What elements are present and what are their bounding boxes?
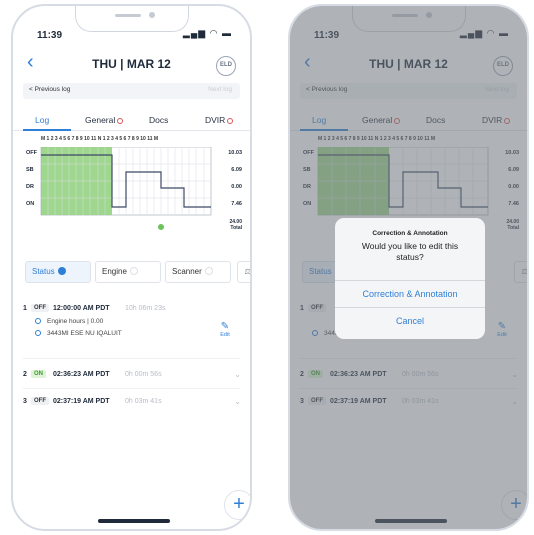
eld-badge-icon[interactable]: ELD (216, 56, 236, 76)
tab-general[interactable]: General (85, 115, 124, 125)
total-hours: 24.00Total (229, 219, 242, 231)
row-total-off: 10.03 (228, 150, 242, 156)
engine-chip-label: Engine (102, 267, 127, 276)
warning-icon (227, 118, 234, 124)
event-number: 2 (23, 371, 27, 378)
row-label-sb: SB (26, 167, 34, 173)
event-time: 02:37:19 AM PDT (53, 398, 110, 405)
next-log-button[interactable]: Next log (208, 86, 232, 93)
tab-dvir[interactable]: DVIR (205, 115, 234, 125)
location: 3443MI ESE NU IQALUIT (35, 330, 122, 337)
event-status: OFF (31, 304, 49, 312)
divider (23, 358, 240, 359)
event-duration: 0h 03m 41s (125, 398, 162, 405)
status-bar-time: 11:39 (37, 30, 63, 41)
cancel-button[interactable]: Cancel (335, 316, 485, 326)
event-status: OFF (31, 397, 49, 405)
warning-icon (117, 118, 124, 124)
scanner-chip[interactable]: Scanner (165, 261, 231, 283)
row-total-on: 7.46 (231, 201, 242, 207)
location-icon (35, 330, 41, 336)
tab-log[interactable]: Log (35, 115, 49, 125)
engine-icon (35, 318, 41, 324)
home-indicator (98, 519, 170, 523)
engine-hours: Engine hours | 0.00 (35, 318, 103, 325)
edit-button[interactable]: ✎Edit (215, 321, 235, 338)
log-screen-dimmed: 11:39 ▂▄▆ ◠ ▬ ‹ THU | MAR 12 ELD < Previ… (290, 6, 527, 529)
phone-frame: 11:39 ▂▄▆ ◠ ▬ ‹ THU | MAR 12 ELD < Previ… (288, 4, 529, 531)
hour-scale: M 1 2 3 4 5 6 7 8 9 10 11 N 1 2 3 4 5 6 … (41, 136, 159, 142)
tab-dvir-label: DVIR (205, 115, 226, 125)
check-icon (57, 267, 66, 275)
tab-docs[interactable]: Docs (149, 115, 168, 125)
device-notch (75, 6, 189, 32)
edit-label: Edit (220, 332, 230, 338)
active-tab-indicator (23, 129, 71, 131)
speaker (115, 14, 141, 17)
row-label-off: OFF (26, 150, 37, 156)
divider (23, 388, 240, 389)
unchecked-icon (204, 267, 213, 275)
duty-status-graph: OFF SB DR ON 10.03 6.09 0.00 7.46 24.00T… (24, 146, 242, 233)
current-time-marker (158, 224, 164, 230)
row-label-dr: DR (26, 184, 34, 190)
correction-annotation-button[interactable]: Correction & Annotation (335, 289, 485, 299)
edit-status-dialog: Correction & Annotation Would you like t… (335, 218, 485, 339)
event-time: 12:00:00 AM PDT (53, 305, 110, 312)
graph-grid (40, 146, 212, 230)
total-hours-label: Total (230, 225, 242, 231)
event-status: ON (31, 370, 46, 378)
log-screen: 11:39 ▂▄▆ ◠ ▬ ‹ THU | MAR 12 ELD < Previ… (13, 6, 250, 529)
dialog-divider (335, 307, 485, 308)
status-bar-icons: ▂▄▆ ◠ ▬ (182, 28, 232, 38)
camera (149, 12, 155, 18)
tab-general-label: General (85, 115, 116, 125)
engine-chip[interactable]: Engine (95, 261, 161, 283)
event-duration: 0h 00m 56s (125, 371, 162, 378)
row-label-on: ON (26, 201, 35, 207)
engine-hours-text: Engine hours | 0.00 (47, 318, 104, 325)
page-title: THU | MAR 12 (92, 57, 171, 71)
status-chip[interactable]: Status (25, 261, 91, 283)
dialog-message: Would you like to edit this status? (361, 241, 459, 262)
row-total-sb: 6.09 (231, 167, 242, 173)
add-button[interactable]: + (224, 490, 250, 520)
phone-frame: 11:39 ▂▄▆ ◠ ▬ ‹ THU | MAR 12 ELD < Previ… (11, 4, 252, 531)
pencil-icon: ✎ (220, 321, 230, 332)
row-total-dr: 0.00 (231, 184, 242, 190)
scale-icon[interactable]: ⚖ (237, 261, 250, 283)
event-number: 3 (23, 398, 27, 405)
log-navigation: < Previous log Next log (23, 83, 240, 99)
dialog-divider (335, 280, 485, 281)
chevron-down-icon[interactable]: ⌄ (234, 397, 241, 406)
filter-chips: Status Engine Scanner ⚖ (25, 261, 250, 285)
event-number: 1 (23, 305, 27, 312)
dialog-title: Correction & Annotation (372, 230, 448, 237)
status-chip-label: Status (32, 267, 55, 276)
previous-log-button[interactable]: < Previous log (29, 86, 70, 93)
scanner-chip-label: Scanner (172, 267, 202, 276)
chevron-down-icon[interactable]: ⌄ (234, 370, 241, 379)
location-text: 3443MI ESE NU IQALUIT (47, 330, 122, 337)
unchecked-icon (129, 267, 138, 275)
tab-bar: Log General Docs DVIR (13, 109, 250, 131)
event-duration: 10h 06m 23s (125, 305, 166, 312)
event-time: 02:36:23 AM PDT (53, 371, 110, 378)
